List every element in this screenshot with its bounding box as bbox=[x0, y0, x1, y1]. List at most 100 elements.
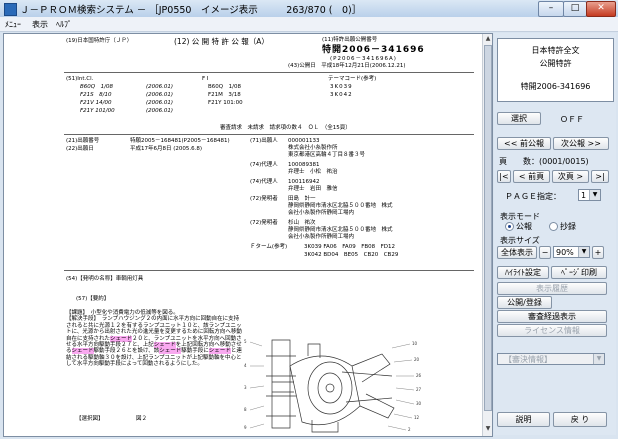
inventor-line: 静岡県静岡市清水区北脇５００番地 株式 bbox=[288, 227, 393, 233]
close-button[interactable]: ✕ bbox=[586, 1, 616, 17]
inventor-line: 会社小糸製作所静岡工場内 bbox=[288, 210, 355, 216]
fterm-line: 3K039 FA06 FA09 FB08 FD12 bbox=[304, 244, 396, 250]
zoom-in-button[interactable]: + bbox=[592, 246, 604, 259]
mode-excerpt-radio[interactable] bbox=[549, 222, 558, 231]
scroll-up-icon[interactable]: ▲ bbox=[483, 34, 492, 44]
highlight-term: シェード bbox=[110, 335, 133, 342]
selected-figure-number: 図２ bbox=[136, 416, 148, 422]
application-number-label: (21)出願番号 bbox=[66, 138, 100, 144]
patent-drawing: 10 20 26 27 30 12 2 5 4 3 8 9 bbox=[244, 339, 422, 433]
divider bbox=[64, 270, 474, 271]
scroll-thumb[interactable] bbox=[484, 45, 492, 411]
theme-code: 3K042 bbox=[330, 92, 353, 98]
menu-item-view[interactable]: 表示 bbox=[32, 19, 48, 30]
zoom-out-button[interactable]: − bbox=[539, 246, 551, 259]
page-spec-label: ＰＡＧＥ指定： bbox=[505, 192, 561, 201]
select-button[interactable]: 選択 bbox=[497, 112, 541, 125]
page-print-button[interactable]: ﾍﾟｰｼﾞ印刷 bbox=[551, 266, 607, 279]
next-page-button[interactable]: 次頁 > bbox=[552, 170, 589, 183]
applicant-line: 株式会社小糸製作所 bbox=[288, 145, 338, 151]
prev-page-button[interactable]: < 前頁 bbox=[513, 170, 550, 183]
invention-title: (54)【発明の名称】車輌用灯具 bbox=[66, 276, 144, 282]
highlight-settings-button[interactable]: ﾊｲﾗｲﾄ設定 bbox=[497, 266, 549, 279]
pub-number-label: (11)特許出願公開番号 bbox=[322, 37, 378, 43]
display-history-button[interactable]: 表示履歴 bbox=[497, 282, 607, 295]
svg-text:10: 10 bbox=[412, 341, 418, 346]
last-page-button[interactable]: >| bbox=[591, 170, 609, 183]
inventor-line: 会社小糸製作所静岡工場内 bbox=[288, 234, 355, 240]
ipc-code: B60Q 1/08 bbox=[80, 84, 113, 90]
svg-text:26: 26 bbox=[416, 373, 422, 378]
menu-bar: ﾒﾆｭｰ 表示 ﾍﾙﾌﾟ bbox=[0, 17, 618, 32]
theme-header: テーマコード(参考) bbox=[328, 76, 377, 82]
applicant-line: 東京都港区高輪４丁目８番３号 bbox=[288, 152, 366, 158]
chevron-down-icon[interactable]: ▼ bbox=[578, 247, 589, 257]
svg-text:20: 20 bbox=[414, 357, 420, 362]
filing-date: 平成17年6月8日 (2005.6.8) bbox=[130, 146, 203, 152]
svg-text:2: 2 bbox=[408, 427, 411, 432]
inventor-line: 静岡県静岡市清水区北脇５００番地 株式 bbox=[288, 203, 393, 209]
fterm-label: Ｆターム(参考) bbox=[250, 244, 288, 250]
fi-code: F21M 3/18 bbox=[208, 92, 241, 98]
info-category: 日本特許全文 bbox=[531, 46, 580, 55]
license-info-button[interactable]: ライセンス情報 bbox=[497, 324, 607, 337]
abstract-header: (57)【要約】 bbox=[76, 296, 110, 302]
svg-text:9: 9 bbox=[244, 425, 247, 430]
prev-publication-button[interactable]: << 前公報 bbox=[497, 137, 551, 150]
info-type: 公開特許 bbox=[539, 59, 572, 68]
publication-registration-button[interactable]: 公開/登録 bbox=[497, 296, 552, 309]
abstract-segment: 駆動手段に bbox=[181, 348, 209, 355]
chevron-down-icon[interactable]: ▼ bbox=[589, 190, 600, 200]
zoom-select[interactable]: 90% ▼ bbox=[553, 246, 590, 258]
intcl-header: (51)Int.Cl. bbox=[66, 76, 94, 82]
highlight-term: シェード bbox=[71, 348, 94, 355]
menu-item-help[interactable]: ﾍﾙﾌﾟ bbox=[56, 19, 72, 30]
minimize-button[interactable]: – bbox=[538, 1, 564, 17]
country-header: (19)日本国特許庁（ＪＰ） bbox=[66, 38, 133, 44]
pub-number: 特開2006－341696 bbox=[322, 45, 425, 55]
svg-text:4: 4 bbox=[244, 363, 247, 368]
claims-summary: 審査請求 未請求 請求項の数４ ＯＬ （全15頁） bbox=[220, 125, 351, 131]
mode-excerpt-label: 抄録 bbox=[560, 222, 576, 231]
mode-publication-radio[interactable] bbox=[505, 222, 514, 231]
chevron-down-icon[interactable]: ▼ bbox=[593, 354, 604, 364]
svg-text:27: 27 bbox=[416, 387, 422, 392]
document-viewer[interactable]: (19)日本国特許庁（ＪＰ） (12) 公 開 特 許 公 報（A） (11)特… bbox=[3, 33, 493, 437]
agent-line: 100089381 bbox=[288, 162, 320, 168]
display-size-label: 表示サイズ bbox=[500, 236, 540, 245]
ipc-code: F21Y 101/00 bbox=[80, 108, 115, 114]
svg-text:3: 3 bbox=[244, 385, 247, 390]
agent-label: (74)代理人 bbox=[250, 179, 278, 185]
agent-label: (74)代理人 bbox=[250, 162, 278, 168]
publication-type: (12) 公 開 特 許 公 報（A） bbox=[174, 37, 269, 46]
theme-code: 3K039 bbox=[330, 84, 353, 90]
menu-item-menu[interactable]: ﾒﾆｭｰ bbox=[5, 19, 21, 30]
ipc-date: (2006.01) bbox=[146, 92, 174, 98]
info-number: 特開2006-341696 bbox=[520, 82, 591, 91]
svg-text:8: 8 bbox=[244, 407, 247, 412]
agent-line: 100116942 bbox=[288, 179, 320, 185]
abstract-segment: 駆動手段２６とを設け、該 bbox=[93, 348, 160, 355]
back-button[interactable]: 戻 り bbox=[553, 412, 607, 427]
applicant-line: 000001133 bbox=[288, 138, 320, 144]
scroll-down-icon[interactable]: ▼ bbox=[483, 424, 492, 434]
explanation-button[interactable]: 説明 bbox=[497, 412, 550, 427]
full-view-button[interactable]: 全体表示 bbox=[497, 246, 537, 259]
maximize-button[interactable]: □ bbox=[563, 1, 587, 17]
application-number: 特願2005－168481(P2005－168481) bbox=[130, 138, 230, 144]
vertical-scrollbar[interactable]: ▲ ▼ bbox=[482, 34, 492, 436]
page-select[interactable]: 1 ▼ bbox=[578, 189, 601, 201]
inventor-line: 田島 計一 bbox=[288, 196, 316, 202]
first-page-button[interactable]: |< bbox=[497, 170, 511, 183]
inventor-line: 杉山 祐次 bbox=[288, 220, 316, 226]
pub-date: (43)公開日 平成18年12月21日(2006.12.21) bbox=[288, 63, 406, 69]
examination-history-button[interactable]: 審査経過表示 bbox=[497, 310, 607, 323]
app-icon bbox=[4, 3, 17, 16]
select-state: ＯＦＦ bbox=[560, 115, 584, 124]
highlight-term: シェード bbox=[208, 348, 231, 355]
exam-decision-select[interactable]: 【審決情報】 ▼ bbox=[497, 353, 605, 365]
next-publication-button[interactable]: 次公報 >> bbox=[553, 137, 609, 150]
ipc-date: (2006.01) bbox=[146, 100, 174, 106]
fi-code: B60Q 1/08 bbox=[208, 84, 241, 90]
svg-text:30: 30 bbox=[416, 401, 422, 406]
